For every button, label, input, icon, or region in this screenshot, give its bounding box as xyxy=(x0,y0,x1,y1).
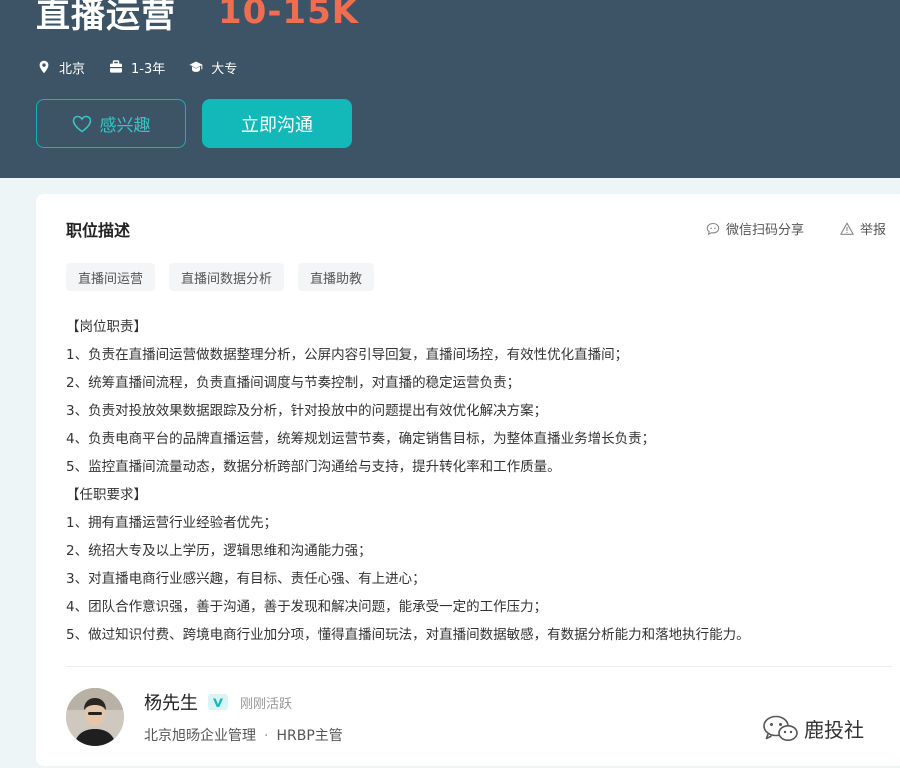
action-buttons: 感兴趣 立即沟通 xyxy=(36,99,352,148)
education-text: 大专 xyxy=(211,61,238,77)
warning-icon xyxy=(840,222,854,235)
description-heading: 【任职要求】 xyxy=(66,487,147,503)
heart-icon xyxy=(72,115,91,132)
meta-experience: 1-3年 xyxy=(109,58,165,77)
chat-bubble-icon xyxy=(706,222,720,235)
description-line: 1、负责在直播间运营做数据整理分析，公屏内容引导回复，直播间场控，有效性优化直播… xyxy=(66,347,629,363)
recruiter-company: 北京旭旸企业管理 xyxy=(144,728,256,744)
meta-education: 大专 xyxy=(189,58,237,77)
graduation-cap-icon xyxy=(189,61,203,72)
description-line: 3、负责对投放效果数据跟踪及分析，针对投放中的问题提出有效优化解决方案； xyxy=(66,403,548,419)
city-text: 北京 xyxy=(59,61,86,77)
job-title: 直播运营 xyxy=(36,0,176,36)
interest-label: 感兴趣 xyxy=(99,116,151,136)
location-pin-icon xyxy=(39,60,49,74)
salary: 10-15K xyxy=(218,0,360,32)
meta-city: 北京 xyxy=(37,58,85,77)
job-description-text: 【岗位职责】 1、负责在直播间运营做数据整理分析，公屏内容引导回复，直播间场控，… xyxy=(66,313,886,649)
description-line: 4、团队合作意识强，善于沟通，善于发现和解决问题，能承受一定的工作压力； xyxy=(66,599,548,615)
job-title-row: 直播运营 10-15K xyxy=(36,0,359,38)
section-title: 职位描述 xyxy=(66,221,131,240)
description-heading: 【岗位职责】 xyxy=(66,319,147,335)
wechat-share-link[interactable]: 微信扫码分享 xyxy=(706,219,804,238)
skill-tag: 直播助教 xyxy=(298,263,375,291)
watermark: 鹿投社 xyxy=(762,714,864,743)
active-status: 刚刚活跃 xyxy=(240,696,293,712)
section-divider xyxy=(66,666,892,667)
recruiter-position: HRBP主管 xyxy=(276,728,343,744)
briefcase-icon xyxy=(110,60,123,73)
job-header: 直播运营 10-15K 北京 1-3年 大专 感兴趣 立即沟通 xyxy=(0,0,900,178)
description-line: 1、拥有直播运营行业经验者优先； xyxy=(66,515,278,531)
description-line: 3、对直播电商行业感兴趣，有目标、责任心强、有上进心； xyxy=(66,571,426,587)
recruiter-company-row: 北京旭旸企业管理 · HRBP主管 xyxy=(144,725,343,745)
report-link[interactable]: 举报 xyxy=(840,219,886,238)
report-label: 举报 xyxy=(860,223,887,238)
watermark-text: 鹿投社 xyxy=(804,718,864,742)
description-line: 5、做过知识付费、跨境电商行业加分项，懂得直播间玩法，对直播间数据敏感，有数据分… xyxy=(66,627,750,643)
skill-tags: 直播间运营 直播间数据分析 直播助教 xyxy=(66,263,388,291)
avatar[interactable] xyxy=(66,688,124,746)
interest-button[interactable]: 感兴趣 xyxy=(36,99,186,148)
description-line: 4、负责电商平台的品牌直播运营，统筹规划运营节奏，确定销售目标，为整体直播业务增… xyxy=(66,431,656,447)
job-description-card: 职位描述 微信扫码分享 举报 直播间运营 直播间数据分析 直播助教 【岗位职责】… xyxy=(36,194,900,766)
experience-text: 1-3年 xyxy=(131,61,166,77)
description-line: 5、监控直播间流量动态，数据分析跨部门沟通给与支持，提升转化率和工作质量。 xyxy=(66,459,561,475)
chat-now-button[interactable]: 立即沟通 xyxy=(202,99,352,148)
wechat-logo-icon xyxy=(763,715,798,741)
job-meta: 北京 1-3年 大专 xyxy=(37,57,261,77)
skill-tag: 直播间运营 xyxy=(66,263,156,291)
share-label: 微信扫码分享 xyxy=(726,223,805,238)
recruiter-name: 杨先生 xyxy=(144,693,198,714)
skill-tag: 直播间数据分析 xyxy=(169,263,285,291)
separator-dot: · xyxy=(264,728,269,744)
description-line: 2、统招大专及以上学历，逻辑思维和沟通能力强； xyxy=(66,543,372,559)
verified-v-icon xyxy=(213,698,223,707)
recruiter-photo xyxy=(66,688,124,746)
description-line: 2、统筹直播间流程，负责直播间调度与节奏控制，对直播的稳定运营负责； xyxy=(66,375,521,391)
verified-badge xyxy=(208,694,228,710)
recruiter-name-row: 杨先生 刚刚活跃 xyxy=(144,689,292,715)
